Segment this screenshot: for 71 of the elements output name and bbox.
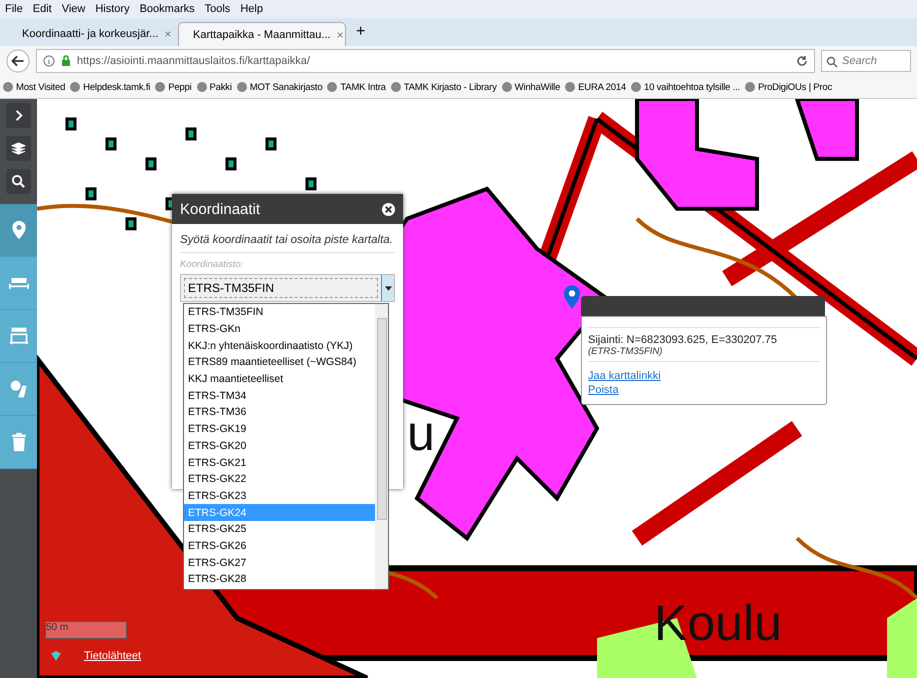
field-label: Koordinaatisto: [180, 259, 244, 270]
bookmark[interactable]: Pakki [196, 82, 232, 92]
bookmark[interactable]: TAMK Kirjasto - Library [390, 82, 497, 92]
location-pin-icon [563, 284, 581, 310]
dropdown-option[interactable]: ETRS-GK28 [184, 571, 375, 588]
instruction-text: Syötä koordinaatit tai osoita piste kartalta. [180, 234, 395, 253]
bookmark[interactable]: MOT Sanakirjasto [236, 82, 322, 92]
search-field[interactable]: Search [821, 50, 911, 72]
map-label: u [407, 404, 435, 462]
new-tab-button[interactable]: + [348, 23, 374, 41]
browser-tab[interactable]: Karttapaikka - Maanmittau... × [178, 22, 346, 46]
bookmark[interactable]: EURA 2014 [565, 82, 626, 92]
coordinate-system-text: (ETRS-TM35FIN) [588, 346, 820, 362]
dropdown-option[interactable]: ETRS89 maantieteelliset (~WGS84) [184, 354, 375, 371]
dropdown-option[interactable]: ETRS-TM35FIN [184, 304, 375, 321]
bookmark[interactable]: WinhaWille [502, 82, 560, 92]
expand-button[interactable] [6, 103, 31, 128]
back-icon[interactable] [6, 49, 30, 73]
bookmark[interactable]: Most Visited [3, 82, 66, 92]
close-icon[interactable]: × [164, 27, 172, 41]
bookmark[interactable]: ProDigiOUs | Proc [745, 82, 832, 92]
address-bar[interactable]: https://asiointi.maanmittauslaitos.fi/karttapaikka/ [36, 49, 815, 73]
popup-link[interactable]: Jaa karttalinkki [588, 370, 661, 382]
dropdown-option[interactable]: ETRS-GK20 [184, 438, 375, 454]
menu-item[interactable]: Tools [204, 3, 230, 15]
lock-icon [60, 55, 72, 67]
dropdown-option[interactable]: KKJ:n yhtenäiskoordinaatisto (YKJ) [184, 337, 375, 354]
dropdown-option[interactable]: ETRS-GK21 [184, 454, 375, 471]
dialog-title: Koordinaatit [180, 200, 260, 218]
menu-item[interactable]: Bookmarks [140, 3, 195, 15]
bookmark[interactable]: TAMK Intra [327, 82, 386, 92]
help-road-icon [8, 379, 28, 399]
bookmark[interactable]: Peppi [155, 82, 192, 92]
search-icon [11, 174, 26, 189]
close-icon[interactable] [382, 202, 395, 216]
bookmark[interactable]: Helpdesk.tamk.fi [70, 82, 150, 92]
menu-item[interactable]: View [62, 3, 86, 15]
coordinate-system-select[interactable]: ETRS-TM35FIN [180, 274, 395, 302]
dropdown-option[interactable]: ETRS-GK23 [184, 488, 375, 504]
menu-item[interactable]: History [95, 3, 130, 15]
location-text: Sijainti: N=6823093.625, E=330207.75 [588, 327, 820, 346]
dropdown-option[interactable]: ETRS-GK27 [184, 554, 375, 571]
info-icon [43, 55, 55, 67]
info-icon [49, 649, 63, 663]
reload-icon[interactable] [796, 55, 808, 67]
dropdown-option[interactable]: ETRS-GKn [184, 320, 375, 338]
layers-icon [11, 141, 26, 156]
popup-link[interactable]: Poista [588, 384, 619, 396]
area-ruler-icon [8, 326, 28, 346]
dropdown-option[interactable]: ETRS-TM34 [184, 387, 375, 404]
browser-tab[interactable]: Koordinaatti- ja korkeusjär... × [8, 22, 176, 46]
menu-item[interactable]: Edit [32, 3, 52, 15]
dropdown-option[interactable]: ETRS-TM36 [184, 404, 375, 421]
layers-button[interactable] [6, 136, 31, 161]
caret-icon [384, 286, 392, 290]
dropdown-option[interactable]: ETRS-GK26 [184, 538, 375, 554]
menu-item[interactable]: Help [240, 3, 263, 15]
url-text: https://asiointi.maanmittauslaitos.fi/karttapaikka/ [77, 55, 311, 67]
dropdown-option[interactable]: ETRS-GK19 [184, 420, 375, 438]
close-icon[interactable]: × [336, 28, 344, 42]
menu-item[interactable]: File [5, 3, 23, 15]
pin-tool[interactable] [0, 204, 37, 257]
map-label: Koulu [654, 594, 782, 652]
dropdown-option[interactable]: ETRS-GK25 [184, 520, 375, 538]
bookmark[interactable]: 10 vaihtoehtoa tylsille ... [631, 82, 740, 92]
attribution-link[interactable]: Tietolähteet [84, 650, 142, 662]
search-button[interactable] [6, 169, 31, 194]
scrollbar[interactable] [375, 304, 388, 589]
scale-bar: 50 m [45, 621, 127, 639]
dropdown-option[interactable]: KKJ maantieteelliset [184, 370, 375, 388]
dropdown-option[interactable]: ETRS-GK22 [184, 470, 375, 488]
